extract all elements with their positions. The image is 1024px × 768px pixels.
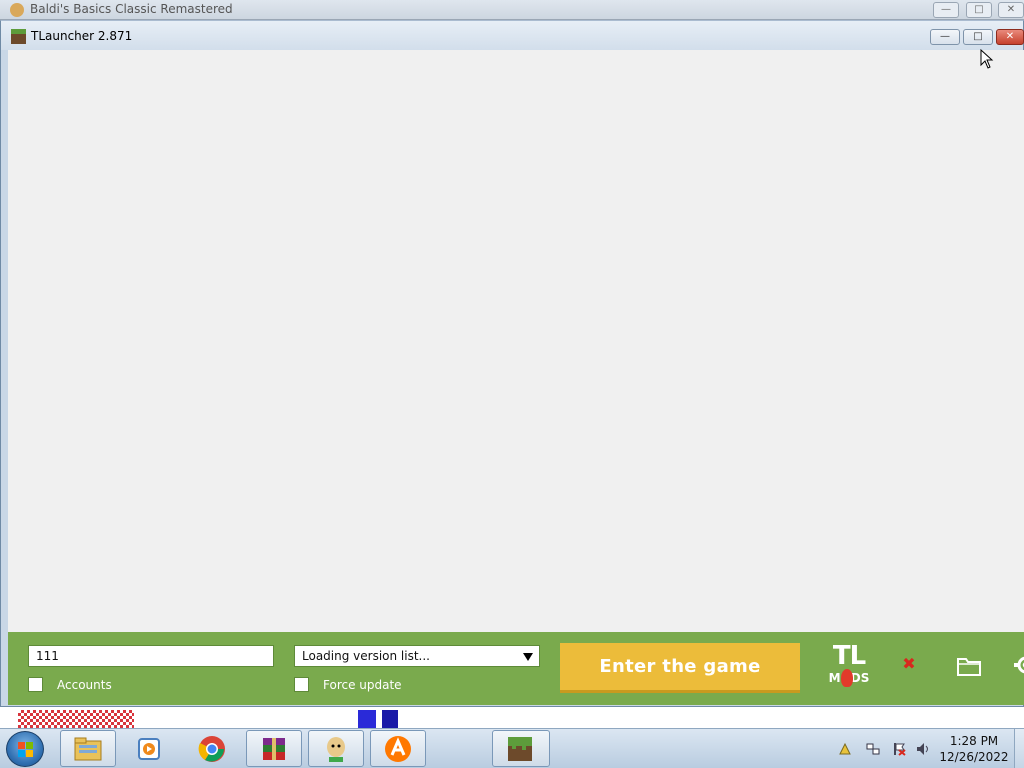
baldi-icon: [10, 3, 24, 17]
avast-icon: [385, 736, 411, 762]
taskbar-explorer[interactable]: [60, 730, 116, 767]
action-center-icon[interactable]: [838, 742, 852, 756]
taskbar-minecraft-launcher[interactable]: [492, 730, 550, 767]
game-blue-block-dark: [382, 710, 398, 728]
taskbar-clock[interactable]: 1:28 PM 12/26/2022: [938, 733, 1010, 765]
flag-alert-icon[interactable]: [892, 742, 906, 756]
baldi-face-icon: [327, 737, 345, 762]
tlauncher-window: TLauncher 2.871 — □ ✕ 111 Loading versio…: [0, 20, 1024, 707]
taskbar-avast[interactable]: [370, 730, 426, 767]
game-blue-block: [358, 710, 376, 728]
username-input[interactable]: 111: [28, 645, 274, 667]
launcher-content-area: [8, 50, 1024, 632]
window-title: TLauncher 2.871: [31, 29, 133, 43]
background-game-strip: [0, 707, 1024, 728]
background-window-title: Baldi's Basics Classic Remastered: [30, 2, 233, 16]
volume-icon[interactable]: [916, 742, 930, 756]
minecraft-block-icon: [11, 29, 26, 44]
tlmods-drop-icon: [841, 669, 853, 687]
chrome-icon: [198, 736, 225, 762]
folder-library-icon: [74, 737, 102, 761]
red-x-icon[interactable]: ✖: [901, 656, 917, 672]
taskbar-chrome[interactable]: [184, 730, 240, 767]
tlmods-logo-tl: TL: [832, 641, 866, 671]
background-maximize-button[interactable]: □: [966, 2, 992, 18]
dropdown-arrow-icon: [523, 653, 533, 661]
force-update-label: Force update: [323, 678, 402, 692]
tlmods-logo-button[interactable]: TL MODS: [827, 643, 871, 691]
clock-time: 1:28 PM: [949, 734, 999, 748]
clock-date: 12/26/2022: [939, 750, 1009, 764]
window-titlebar[interactable]: TLauncher 2.871 — □ ✕: [1, 21, 1024, 50]
checker-pattern: [18, 710, 134, 728]
accounts-checkbox[interactable]: [28, 677, 43, 692]
system-tray: [834, 729, 934, 768]
windows-taskbar: 1:28 PM 12/26/2022: [0, 728, 1024, 768]
windows-logo-icon: [18, 742, 34, 758]
background-window-titlebar: Baldi's Basics Classic Remastered — □ ✕: [0, 0, 1024, 20]
close-button[interactable]: ✕: [996, 29, 1024, 45]
folder-icon[interactable]: [957, 656, 981, 676]
background-minimize-button[interactable]: —: [933, 2, 959, 18]
mouse-cursor-icon: [980, 49, 994, 69]
version-select[interactable]: Loading version list...: [294, 645, 540, 667]
enter-game-button[interactable]: Enter the game: [560, 643, 800, 693]
force-update-checkbox[interactable]: [294, 677, 309, 692]
maximize-button[interactable]: □: [963, 29, 993, 45]
start-button[interactable]: [6, 731, 44, 767]
taskbar-winrar[interactable]: [246, 730, 302, 767]
taskbar-media-player[interactable]: [121, 730, 177, 767]
version-select-value: Loading version list...: [302, 649, 430, 663]
network-icon[interactable]: [866, 742, 880, 756]
minecraft-grass-icon: [508, 737, 532, 761]
show-desktop-button[interactable]: [1014, 729, 1024, 768]
taskbar-baldi-game[interactable]: [308, 730, 364, 767]
accounts-label: Accounts: [57, 678, 112, 692]
minimize-button[interactable]: —: [930, 29, 960, 45]
gear-icon[interactable]: [1013, 652, 1024, 678]
launcher-bottom-panel: 111 Loading version list... Accounts For…: [8, 632, 1024, 705]
background-close-button[interactable]: ✕: [998, 2, 1024, 18]
media-player-icon: [138, 738, 160, 760]
winrar-icon: [263, 738, 285, 760]
